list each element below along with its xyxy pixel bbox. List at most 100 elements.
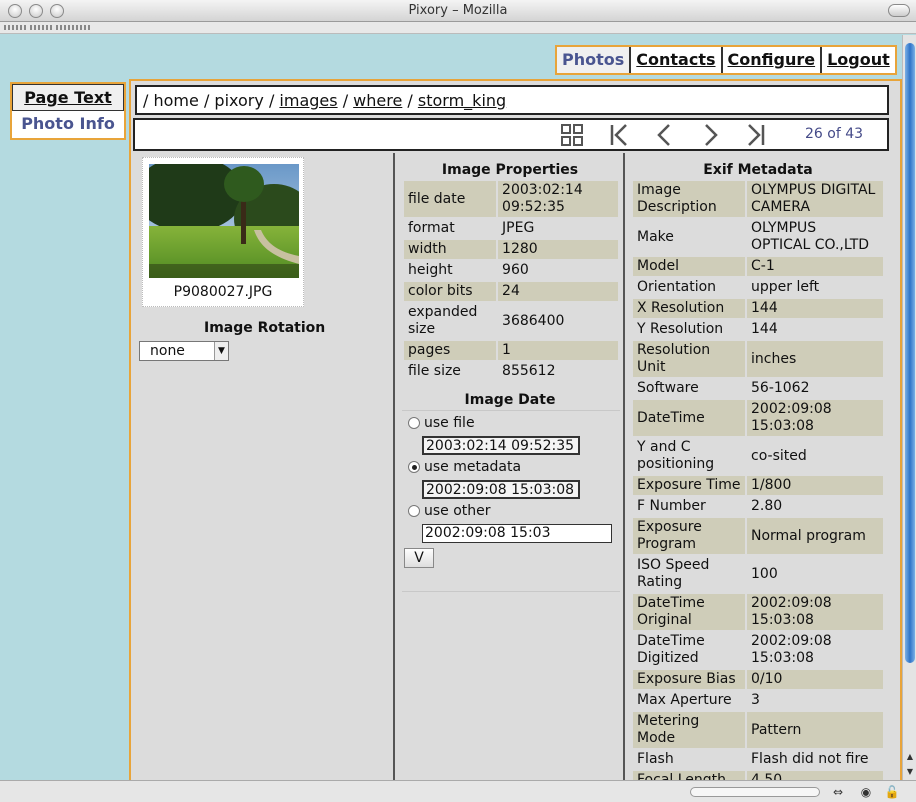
table-row: file size 855612: [404, 362, 618, 381]
grippy-icon[interactable]: [30, 25, 52, 30]
last-page-icon[interactable]: [743, 123, 767, 147]
scroll-down-arrow-icon[interactable]: ▼: [904, 765, 916, 779]
property-value: Pattern: [747, 712, 883, 748]
property-value: 1/800: [747, 476, 883, 495]
scrollbar-thumb[interactable]: [905, 43, 915, 663]
table-row: DateTime Digitized 2002:09:08 15:03:08: [633, 632, 883, 668]
property-value: 2002:09:08 15:03:08: [747, 594, 883, 630]
property-value: 2002:09:08 15:03:08: [747, 400, 883, 436]
table-row: Metering Mode Pattern: [633, 712, 883, 748]
table-row: Exposure Time 1/800: [633, 476, 883, 495]
property-name: file size: [408, 363, 461, 379]
previous-page-icon[interactable]: [653, 123, 677, 147]
property-value: 100: [751, 565, 778, 582]
property-name: file date: [404, 181, 497, 217]
info-panes: P9080027.JPG Image Rotation none ▼ Image…: [134, 153, 890, 782]
table-row: Software 56-1062: [633, 379, 883, 398]
breadcrumb-storm-king-link[interactable]: storm_king: [418, 91, 506, 110]
photo-filename: P9080027.JPG: [173, 284, 273, 300]
page-content: Photos Contacts Configure Logout Page Te…: [0, 35, 902, 782]
property-name: Y Resolution: [637, 321, 724, 337]
table-row: Orientation upper left: [633, 278, 883, 297]
image-date-heading: Image Date: [464, 392, 556, 408]
property-value: 855612: [502, 363, 556, 379]
exif-table: Image Description OLYMPUS DIGITAL CAMERA M…: [631, 179, 885, 782]
property-value: 144: [747, 299, 883, 318]
breadcrumb-where-link[interactable]: where: [353, 91, 402, 110]
breadcrumb-home: home: [153, 91, 199, 110]
thumbnail-box[interactable]: P9080027.JPG: [142, 157, 304, 307]
table-row: Exposure Bias 0/10: [633, 670, 883, 689]
property-value: Flash did not fire: [751, 751, 869, 767]
nav-configure[interactable]: Configure: [723, 47, 823, 73]
property-name: DateTime Original: [633, 594, 745, 630]
table-row: expanded size 3686400: [404, 303, 618, 339]
image-date-form: use file 2003:02:14 09:52:35 use metadat…: [402, 410, 620, 592]
metadata-date-field: 2002:09:08 15:03:08: [422, 480, 580, 499]
property-name: format: [408, 220, 455, 236]
breadcrumb-images-link[interactable]: images: [279, 91, 337, 110]
rotation-select[interactable]: none ▼: [139, 341, 229, 361]
properties-heading: Image Properties: [441, 162, 579, 178]
property-name: Max Aperture: [637, 692, 732, 708]
breadcrumb-separator: /: [407, 91, 413, 110]
property-value: 960: [502, 262, 529, 278]
next-page-icon[interactable]: [698, 123, 722, 147]
property-name: Metering Mode: [633, 712, 745, 748]
popup-blocker-icon[interactable]: ◉: [858, 785, 874, 799]
breadcrumb: / home / pixory / images / where / storm…: [135, 85, 889, 115]
radio-use-file[interactable]: [408, 417, 420, 429]
properties-table: file date 2003:02:14 09:52:35 format JPEG wi…: [402, 179, 620, 383]
set-date-button[interactable]: V: [404, 548, 434, 568]
table-row: Y Resolution 144: [633, 320, 883, 339]
table-row: DateTime 2002:09:08 15:03:08: [633, 400, 883, 436]
side-tabs: Page Text Photo Info: [10, 82, 126, 140]
property-value: Normal program: [747, 518, 883, 554]
breadcrumb-separator: /: [143, 91, 149, 110]
property-name: expanded size: [408, 304, 478, 337]
tab-page-text[interactable]: Page Text: [12, 84, 124, 111]
tab-photo-info[interactable]: Photo Info: [12, 111, 124, 138]
radio-use-metadata[interactable]: [408, 461, 420, 473]
property-name: Exposure Time: [633, 476, 745, 495]
rotation-selected-value: none: [150, 343, 185, 359]
progress-meter: [690, 787, 820, 797]
nav-logout[interactable]: Logout: [822, 47, 895, 73]
table-row: file date 2003:02:14 09:52:35: [404, 181, 618, 217]
grid-view-icon[interactable]: [560, 123, 584, 147]
toolbar-toggle-icon[interactable]: [888, 4, 910, 17]
grippy-icon[interactable]: [4, 25, 26, 30]
property-value: 2003:02:14 09:52:35: [498, 181, 618, 217]
connection-icon: ⇔: [832, 785, 844, 799]
photo-thumbnail[interactable]: [149, 164, 299, 278]
radio-use-other[interactable]: [408, 505, 420, 517]
grippy-icon[interactable]: [56, 25, 92, 30]
file-date-field: 2003:02:14 09:52:35: [422, 436, 580, 455]
table-row: DateTime Original 2002:09:08 15:03:08: [633, 594, 883, 630]
status-bar: ⇔ ◉ 🔓: [0, 780, 916, 802]
scroll-up-arrow-icon[interactable]: ▲: [904, 750, 916, 764]
nav-photos[interactable]: Photos: [557, 47, 632, 73]
property-value: 3686400: [502, 312, 565, 329]
property-value: OLYMPUS OPTICAL CO.,LTD: [751, 220, 870, 253]
property-value: 3: [751, 692, 760, 708]
other-date-input[interactable]: 2002:09:08 15:03: [422, 524, 612, 543]
vertical-scrollbar[interactable]: ▲ ▼: [902, 35, 916, 780]
photo-pane: P9080027.JPG Image Rotation none ▼: [134, 153, 390, 782]
table-row: format JPEG: [404, 219, 618, 238]
nav-contacts[interactable]: Contacts: [631, 47, 723, 73]
property-name: F Number: [637, 498, 706, 514]
property-value: JPEG: [502, 220, 535, 236]
property-name: width: [404, 240, 497, 259]
first-page-icon[interactable]: [608, 123, 632, 147]
property-value: C-1: [747, 257, 883, 276]
table-row: Resolution Unit inches: [633, 341, 883, 377]
property-value: 1: [498, 341, 618, 360]
chevron-down-icon[interactable]: ▼: [214, 342, 228, 360]
window-title: Pixory – Mozilla: [408, 3, 508, 18]
pager-bar: 26 of 43: [133, 118, 889, 151]
table-row: Flash Flash did not fire: [633, 750, 883, 769]
security-lock-icon[interactable]: 🔓: [884, 785, 900, 799]
breadcrumb-pixory: pixory: [214, 91, 264, 110]
property-value: 2.80: [751, 498, 783, 514]
